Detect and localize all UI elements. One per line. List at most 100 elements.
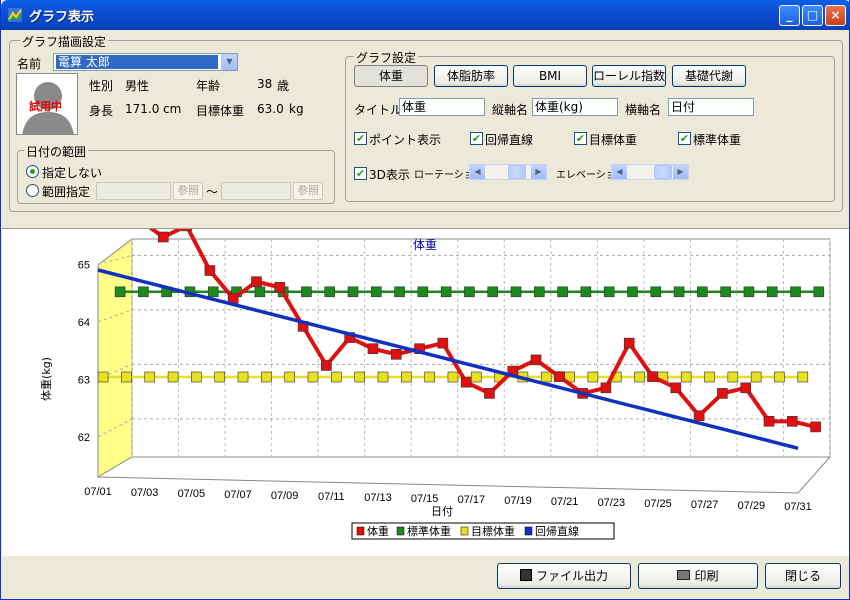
chart-xtick-label: 07/03 [131, 487, 159, 499]
chart-data-point [301, 286, 312, 298]
graph-type-metabolism-button[interactable]: 基礎代謝 [672, 65, 746, 87]
chart-data-point [470, 371, 482, 383]
checkbox-target-weight[interactable]: ✔ [574, 132, 587, 145]
chart-xtick-label: 07/15 [411, 493, 439, 505]
chart-data-point [587, 371, 599, 383]
chart-data-point [204, 265, 216, 276]
chart-xtick-label: 07/09 [271, 490, 299, 502]
chart-data-point [321, 360, 332, 371]
chart-xtick-label: 07/21 [551, 496, 579, 508]
elevation-scrollbar[interactable]: ◀ ▶ [611, 164, 689, 180]
checkbox-standard-weight[interactable]: ✔ [678, 132, 691, 145]
chart-xtick-label: 07/27 [691, 499, 719, 511]
chart-data-point [540, 371, 552, 383]
chart-xtick-label: 07/13 [364, 492, 392, 504]
radio-range-label[interactable]: 範囲指定 [42, 183, 90, 200]
rotation-thumb[interactable] [508, 165, 526, 179]
chart-data-point [743, 286, 755, 298]
chart-data-point [790, 286, 801, 298]
chart-data-point [274, 281, 286, 293]
chart-data-point [487, 286, 499, 298]
chart-data-point [261, 371, 272, 383]
checkbox-standard-weight-label[interactable]: 標準体重 [693, 131, 741, 148]
draw-settings-legend: グラフ描画設定 [20, 33, 109, 50]
chart-legend-swatch [396, 526, 405, 536]
elevation-thumb[interactable] [654, 165, 672, 179]
checkbox-target-weight-label[interactable]: 目標体重 [589, 131, 637, 148]
chart-data-point [254, 286, 266, 298]
title-label: タイトル [354, 103, 403, 117]
radio-no-range-label[interactable]: 指定しない [42, 164, 102, 181]
chart-xtick-label: 07/17 [458, 494, 486, 506]
chart-data-point [650, 286, 662, 298]
chart-data-point [534, 286, 545, 298]
checkbox-points-label[interactable]: ポイント表示 [369, 131, 441, 148]
close-button[interactable]: 閉じる [765, 563, 841, 589]
chart-data-point [750, 371, 762, 383]
graph-type-rohrer-button[interactable]: ローレル指数 [592, 65, 666, 87]
graph-type-bmi-button[interactable]: BMI [513, 65, 587, 87]
radio-no-range[interactable] [26, 165, 39, 178]
chart-data-point [367, 343, 379, 355]
radio-range[interactable] [26, 184, 39, 197]
print-button[interactable]: 印刷 [638, 563, 758, 589]
chart-data-point [484, 388, 495, 399]
graph-settings-legend: グラフ設定 [354, 49, 419, 66]
checkbox-3d-label[interactable]: 3D表示 [369, 166, 410, 183]
close-window-button[interactable]: × [825, 5, 846, 26]
title-bar[interactable]: グラフ表示 _ □ × [1, 0, 850, 30]
yaxis-field[interactable]: 体重(kg) [532, 98, 618, 116]
chart-xtick-label: 07/19 [504, 495, 532, 507]
end-date-ref-button[interactable]: 参照 [293, 182, 323, 200]
title-field[interactable]: 体重 [399, 98, 485, 116]
graph-type-bodyfat-button[interactable]: 体脂肪率 [434, 65, 508, 87]
age-value: 38 [257, 77, 273, 91]
graph-type-weight-button[interactable]: 体重 [354, 65, 428, 87]
chart-legend-label: 回帰直線 [535, 524, 579, 538]
chart-data-point [627, 286, 638, 298]
chart-data-point [810, 421, 821, 433]
chart-data-point [284, 371, 295, 383]
chart-yaxis-label: 体重(kg) [39, 357, 53, 401]
end-date-field[interactable] [221, 182, 291, 200]
age-label: 年齢 [196, 79, 221, 93]
minimize-button[interactable]: _ [779, 5, 800, 26]
xaxis-field[interactable]: 日付 [668, 98, 754, 116]
tilde-separator: ～ [206, 185, 219, 199]
chart-xtick-label: 07/23 [598, 497, 626, 509]
checkbox-regression[interactable]: ✔ [470, 132, 483, 145]
checkbox-regression-label[interactable]: 回帰直線 [485, 131, 533, 148]
rotation-scrollbar[interactable]: ◀ ▶ [469, 164, 547, 180]
chart-data-point [697, 286, 708, 298]
chart-xtick-label: 07/11 [318, 491, 345, 503]
chart-data-point [354, 371, 365, 383]
chart-data-point [207, 286, 219, 298]
xaxis-label: 横軸名 [625, 103, 662, 117]
chart-data-point [440, 286, 452, 298]
chart-data-point [460, 376, 472, 388]
checkbox-points[interactable]: ✔ [354, 132, 367, 145]
app-window: グラフ表示 _ □ × グラフ描画設定 名前 電算 太郎 ▼ 試用中 性別 男性… [0, 0, 850, 600]
start-date-field[interactable] [96, 182, 171, 200]
chart-data-point [554, 371, 565, 382]
chart-legend-label: 体重 [367, 524, 389, 538]
chart-legend-label: 目標体重 [471, 524, 515, 538]
scroll-left-icon[interactable]: ◀ [612, 165, 627, 179]
chart-data-point [214, 371, 226, 383]
file-export-button[interactable]: ファイル出力 [497, 563, 631, 589]
scroll-left-icon[interactable]: ◀ [470, 165, 485, 179]
chart-data-point [307, 371, 319, 383]
chart-data-point [417, 286, 429, 298]
chart-xtick-label: 07/25 [644, 498, 672, 510]
chart-data-point [647, 371, 658, 382]
checkbox-3d[interactable]: ✔ [354, 167, 367, 180]
maximize-button[interactable]: □ [802, 5, 823, 26]
scroll-right-icon[interactable]: ▶ [673, 165, 688, 179]
trial-badge: 試用中 [29, 100, 62, 113]
scroll-right-icon[interactable]: ▶ [531, 165, 546, 179]
chart-data-point [464, 286, 475, 298]
name-combobox[interactable]: 電算 太郎 ▼ [53, 53, 238, 71]
chevron-down-icon[interactable]: ▼ [221, 54, 237, 70]
start-date-ref-button[interactable]: 参照 [173, 182, 203, 200]
window-title: グラフ表示 [29, 10, 95, 25]
